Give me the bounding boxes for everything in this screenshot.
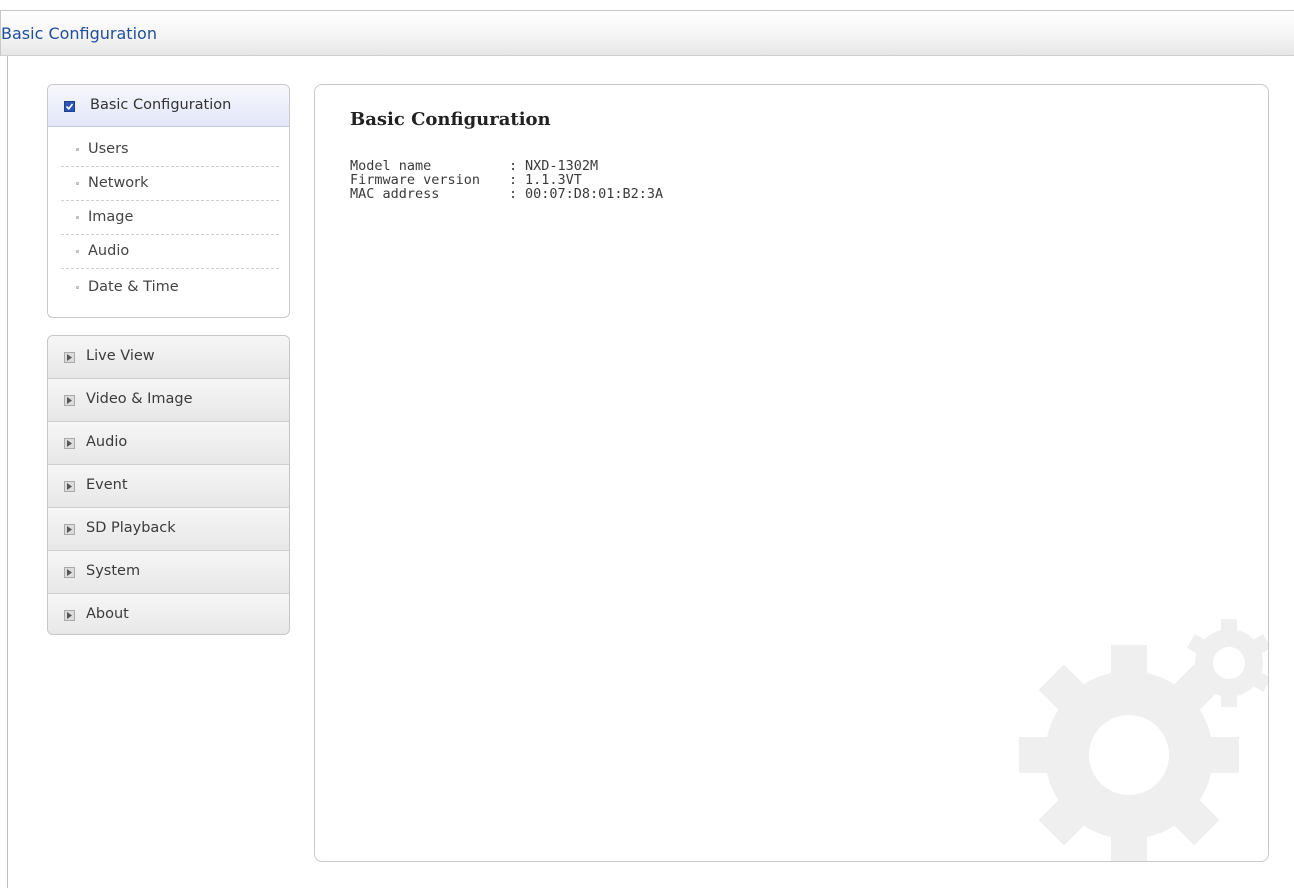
checkbox-icon	[64, 101, 75, 112]
bullet-icon	[76, 250, 79, 253]
menu-item-label: About	[86, 606, 129, 622]
title-bar: Basic Configuration	[0, 10, 1294, 56]
info-value: NXD-1302M	[525, 158, 599, 174]
menu-item-label: Event	[86, 477, 128, 493]
arrow-right-icon	[64, 352, 75, 363]
menu-item-system[interactable]: System	[48, 551, 289, 594]
arrow-right-icon	[64, 610, 75, 621]
info-separator: :	[509, 172, 518, 188]
sidebar-item-label: Users	[88, 141, 129, 157]
bullet-icon	[76, 216, 79, 219]
menu-item-label: System	[86, 563, 141, 579]
menu-item-event[interactable]: Event	[48, 465, 289, 508]
info-separator: :	[509, 158, 518, 174]
menu-item-label: Live View	[86, 348, 155, 364]
menu-item-sd-playback[interactable]: SD Playback	[48, 508, 289, 551]
bullet-icon	[76, 286, 79, 289]
page-title: Basic Configuration	[350, 109, 551, 130]
menu-item-label: Video & Image	[86, 391, 193, 407]
arrow-right-icon	[64, 438, 75, 449]
arrow-right-icon	[64, 524, 75, 535]
sidebar-group-basic-configuration[interactable]: Basic Configuration	[48, 85, 289, 127]
menu-item-video-image[interactable]: Video & Image	[48, 379, 289, 422]
sidebar-group-label: Basic Configuration	[90, 97, 232, 113]
arrow-right-icon	[64, 567, 75, 578]
info-label: Firmware version	[350, 172, 481, 188]
page-breadcrumb-title: Basic Configuration	[1, 24, 157, 43]
menu-item-label: SD Playback	[86, 520, 176, 536]
gear-watermark-icon	[1019, 619, 1268, 861]
sidebar-item-users[interactable]: Users	[61, 133, 279, 167]
sidebar-item-network[interactable]: Network	[61, 167, 279, 201]
bullet-icon	[76, 148, 79, 151]
content-panel: Basic Configuration Model name : NXD-130…	[314, 84, 1269, 862]
info-value: 1.1.3VT	[525, 172, 582, 188]
info-label: Model name	[350, 158, 432, 174]
arrow-right-icon	[64, 395, 75, 406]
menu-item-label: Audio	[86, 434, 128, 450]
sidebar-menu: Live View Video & Image Audio Event SD P…	[47, 335, 290, 635]
arrow-right-icon	[64, 481, 75, 492]
sidebar-item-image[interactable]: Image	[61, 201, 279, 235]
frame-left-border	[7, 56, 8, 888]
sidebar-item-label: Audio	[88, 243, 130, 259]
menu-item-audio[interactable]: Audio	[48, 422, 289, 465]
menu-item-live-view[interactable]: Live View	[48, 336, 289, 379]
info-value: 00:07:D8:01:B2:3A	[525, 186, 664, 202]
sidebar-item-audio[interactable]: Audio	[61, 235, 279, 269]
sidebar-item-label: Network	[88, 175, 149, 191]
sidebar-basic-configuration-panel: Basic Configuration Users Network Image …	[47, 84, 290, 318]
sidebar-item-label: Date & Time	[88, 279, 179, 295]
sidebar-item-label: Image	[88, 209, 134, 225]
sidebar-item-date-time[interactable]: Date & Time	[61, 271, 279, 305]
info-separator: :	[509, 186, 518, 202]
bullet-icon	[76, 182, 79, 185]
info-label: MAC address	[350, 186, 440, 202]
menu-item-about[interactable]: About	[48, 594, 289, 634]
